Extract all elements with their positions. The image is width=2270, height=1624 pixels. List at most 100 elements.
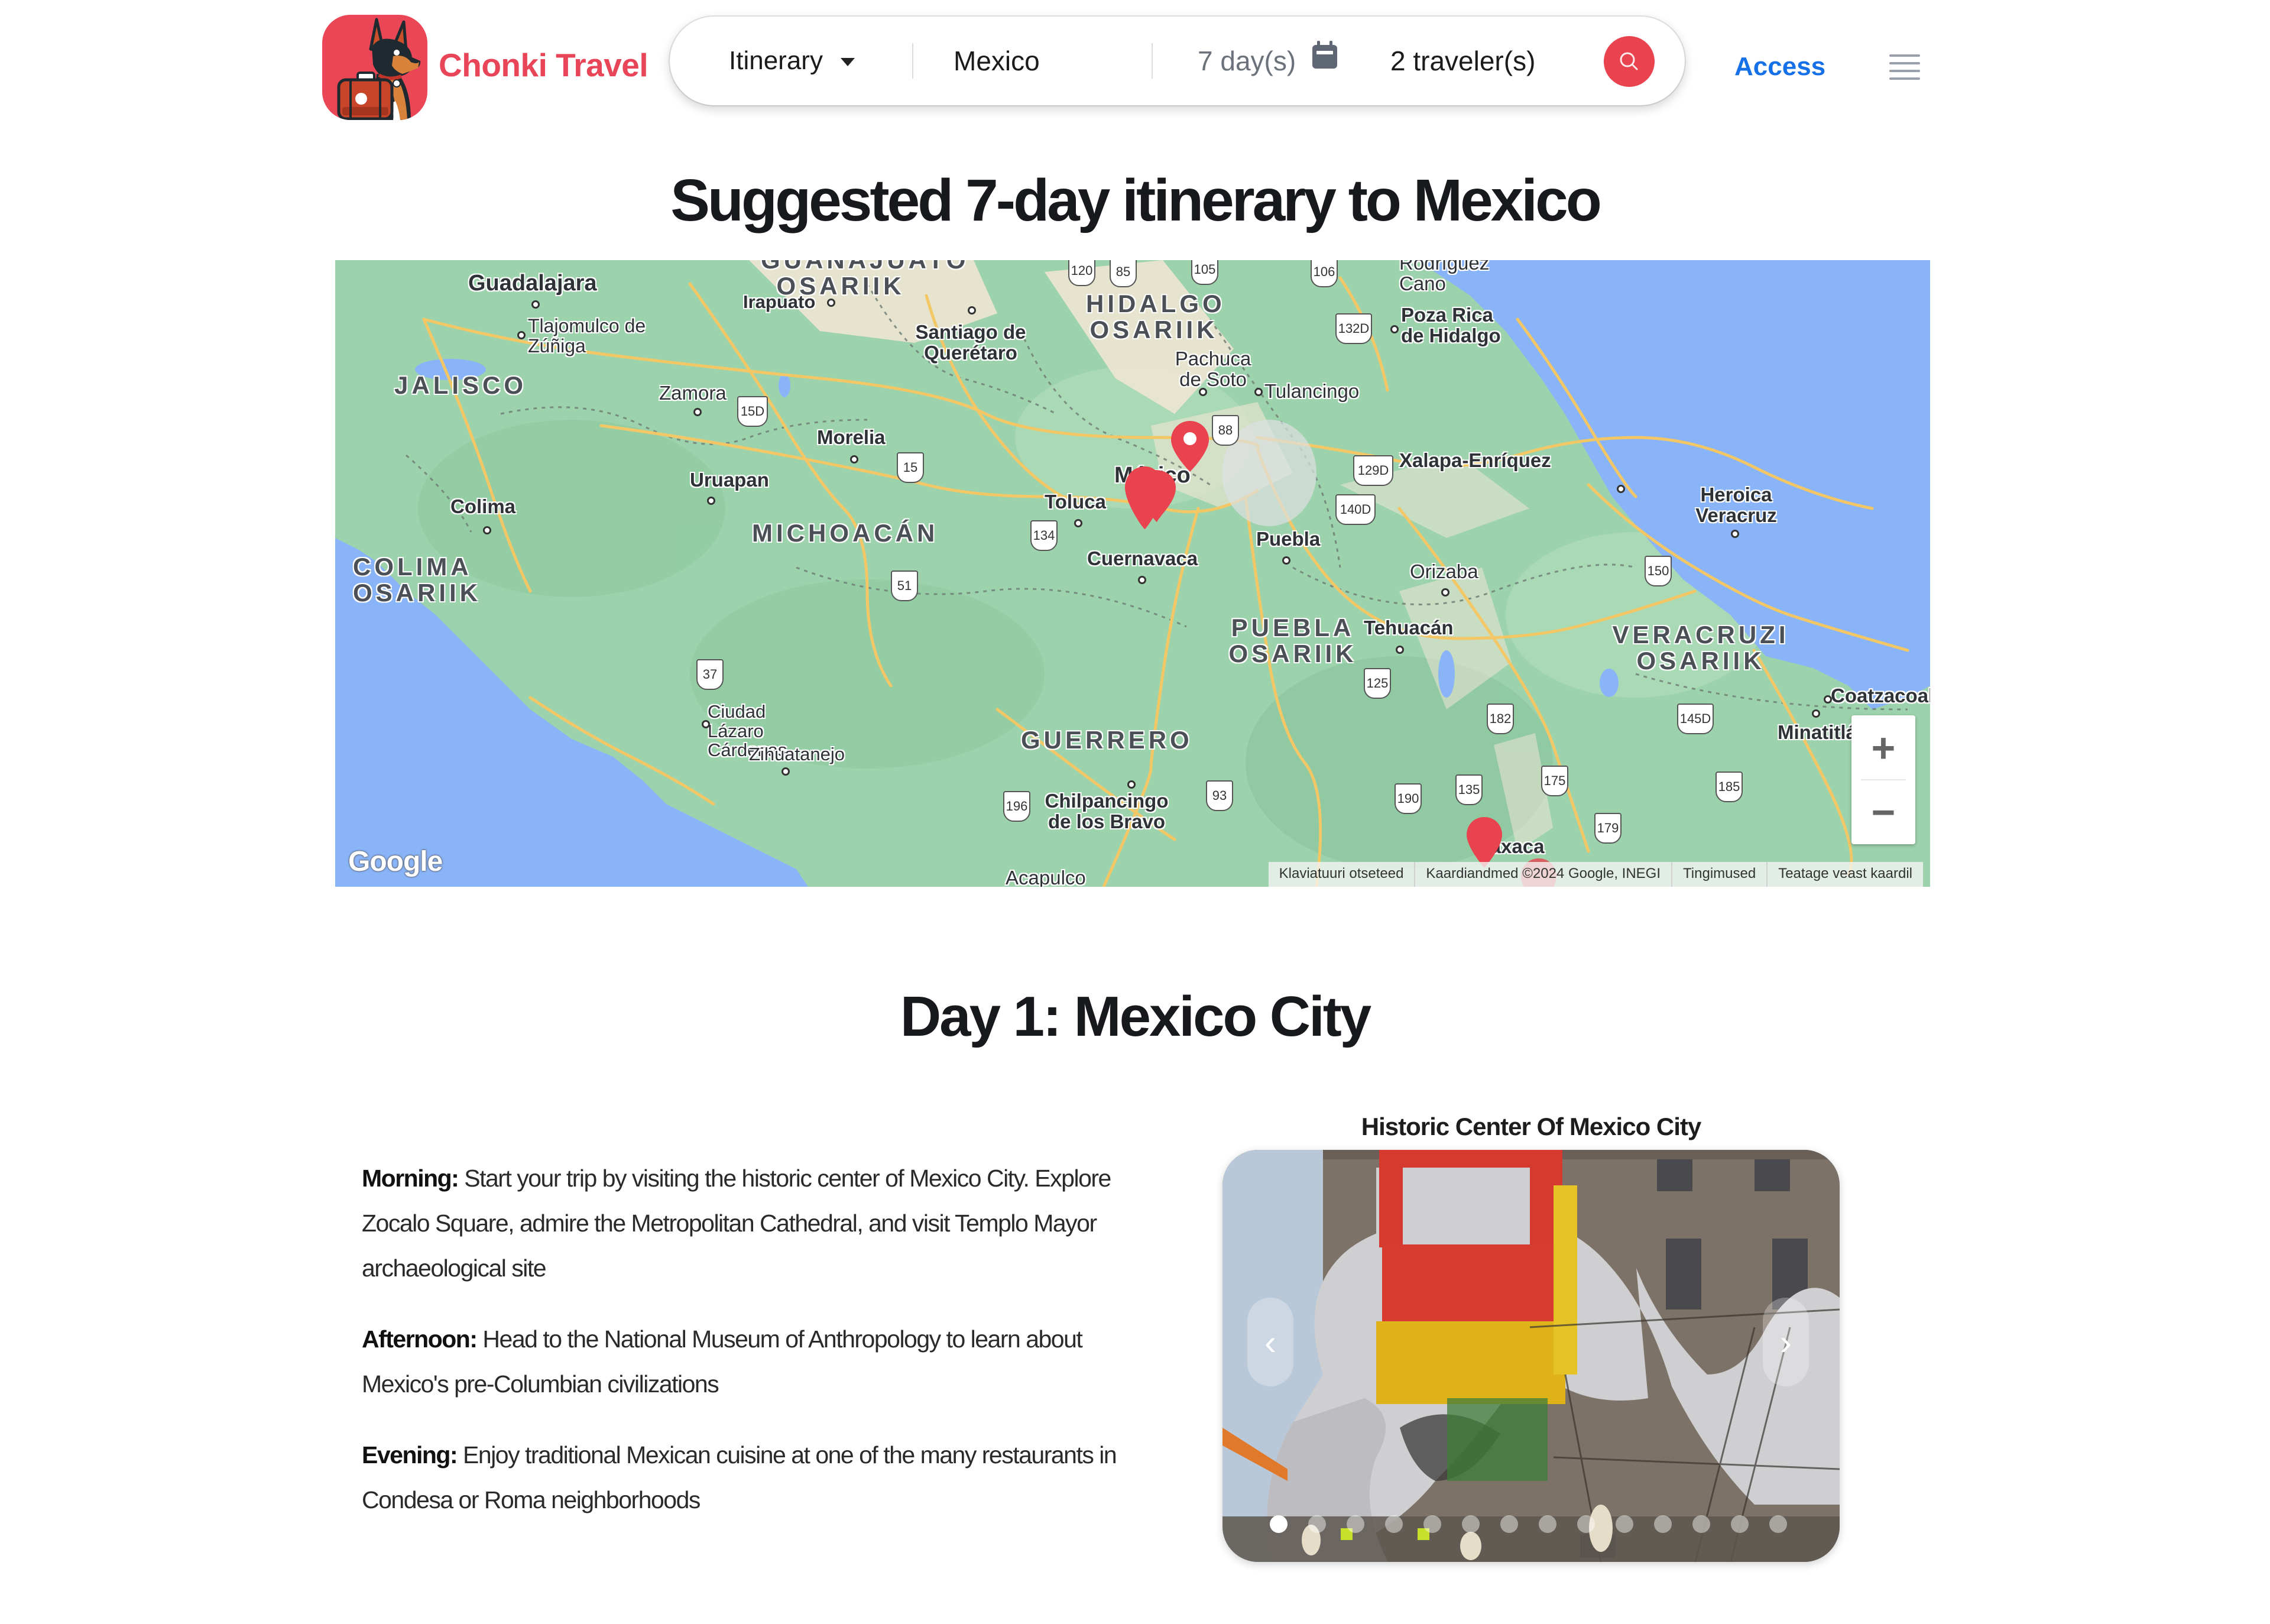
highway-shield: 190: [1395, 783, 1422, 814]
carousel-pagination: [1270, 1515, 1787, 1533]
map-city-label: Tulancingo: [1264, 380, 1360, 402]
day-title: Day 1: Mexico City: [900, 985, 1371, 1048]
map-city-label: Heroica Veracruz: [1695, 484, 1777, 526]
map-city-label: Santiago de Querétaro: [915, 321, 1026, 364]
travelers-input[interactable]: 2 traveler(s): [1390, 17, 1535, 105]
itinerary-type-select[interactable]: Itinerary: [729, 17, 855, 105]
highway-shield: 150: [1645, 556, 1672, 586]
dog-with-suitcase-logo-icon: [337, 18, 421, 120]
carousel-dot[interactable]: [1692, 1515, 1710, 1533]
terms-link[interactable]: Tingimused: [1671, 862, 1766, 887]
brand-logo[interactable]: [322, 15, 427, 120]
zoom-in-button[interactable]: +: [1851, 715, 1915, 780]
highway-shield: 196: [1003, 791, 1030, 822]
highway-shield: 85: [1110, 260, 1137, 287]
map-city-label: Zamora: [659, 382, 727, 404]
carousel-dot[interactable]: [1616, 1515, 1633, 1533]
map-city-label: Puebla: [1256, 528, 1321, 550]
map-data-credit: Kaardiandmed ©2024 Google, INEGI: [1414, 862, 1671, 887]
map-zoom-control: + −: [1851, 715, 1915, 844]
map-city-label: Irapuato: [743, 291, 816, 312]
section-label: Evening:: [362, 1441, 458, 1469]
destination-input[interactable]: Mexico: [954, 17, 1040, 105]
highway-shield: 145D: [1677, 704, 1714, 734]
map-state-label: HIDALGO OSARIIK: [1086, 290, 1225, 344]
city-dot: [693, 408, 702, 416]
search-icon: [1620, 52, 1638, 70]
carousel-dot[interactable]: [1347, 1515, 1364, 1533]
divider: [1861, 779, 1906, 780]
carousel-dot[interactable]: [1385, 1515, 1403, 1533]
map-marker-pin-icon[interactable]: [1465, 816, 1503, 869]
highway-shield: 105: [1191, 260, 1218, 285]
keyboard-shortcuts-link[interactable]: Klaviatuuri otseteed: [1269, 862, 1415, 887]
page-title: Suggested 7-day itinerary to Mexico: [670, 167, 1602, 234]
highway-shield: 185: [1716, 772, 1743, 802]
map-city-label: Pachuca de Soto: [1175, 348, 1251, 390]
city-dot: [827, 299, 835, 307]
carousel-dot[interactable]: [1654, 1515, 1672, 1533]
city-dot: [781, 767, 790, 776]
highway-shield: 134: [1030, 520, 1058, 551]
highway-shield: 93: [1206, 780, 1233, 811]
city-dot: [1254, 388, 1263, 396]
brand-name[interactable]: Chonki Travel: [439, 46, 648, 84]
map-city-label: Tehuacán: [1364, 617, 1454, 638]
access-link[interactable]: Access: [1734, 52, 1825, 82]
city-dot: [517, 331, 526, 339]
city-dot: [1731, 530, 1739, 538]
highway-shield: 106: [1311, 260, 1338, 287]
map-state-label: PUEBLA OSARIIK: [1228, 614, 1357, 668]
city-dot: [702, 720, 710, 728]
report-error-link[interactable]: Teatage veast kaardil: [1766, 862, 1923, 887]
days-input[interactable]: 7 day(s): [1198, 17, 1338, 105]
highway-shield: 37: [696, 659, 724, 690]
day-description: Morning: Start your trip by visiting the…: [362, 1156, 1130, 1548]
carousel-caption: Historic Center Of Mexico City: [1361, 1113, 1701, 1140]
search-bar: Itinerary Mexico 7 day(s) 2 traveler(s): [670, 17, 1685, 105]
map-city-label: Acapulco: [1006, 867, 1086, 887]
afternoon-section: Afternoon: Head to the National Museum o…: [362, 1317, 1130, 1406]
section-label: Morning:: [362, 1165, 459, 1192]
section-label: Afternoon:: [362, 1325, 478, 1353]
hamburger-menu-icon[interactable]: [1889, 54, 1920, 82]
map-city-label: Rodríguez Cano: [1399, 260, 1490, 294]
evening-section: Evening: Enjoy traditional Mexican cuisi…: [362, 1432, 1130, 1522]
map-city-label: Chilpancingo de los Bravo: [1045, 790, 1169, 832]
carousel-dot[interactable]: [1539, 1515, 1556, 1533]
google-logo[interactable]: Google: [348, 845, 443, 878]
highway-shield: 135: [1455, 774, 1483, 805]
calendar-icon[interactable]: [1312, 41, 1338, 69]
carousel-dot[interactable]: [1462, 1515, 1480, 1533]
map-city-label: Uruapan: [690, 469, 769, 491]
morning-section: Morning: Start your trip by visiting the…: [362, 1156, 1130, 1291]
highway-shield: 179: [1594, 813, 1622, 844]
itinerary-type-value: Itinerary: [729, 46, 823, 75]
city-dot: [1812, 709, 1820, 718]
map-marker-cluster-icon[interactable]: [1121, 464, 1181, 535]
carousel-next-button[interactable]: ›: [1763, 1298, 1809, 1386]
carousel-dot[interactable]: [1500, 1515, 1518, 1533]
carousel-dot[interactable]: [1308, 1515, 1326, 1533]
section-text: Enjoy traditional Mexican cuisine at one…: [362, 1441, 1117, 1513]
map-city-label: Cuernavaca: [1087, 547, 1198, 569]
carousel-prev-button[interactable]: ‹: [1247, 1298, 1293, 1386]
zoom-out-button[interactable]: −: [1851, 780, 1915, 844]
photo-carousel[interactable]: ‹ ›: [1222, 1150, 1840, 1562]
map-city-label: Coatzacoalcos: [1831, 685, 1930, 706]
carousel-dot[interactable]: [1577, 1515, 1595, 1533]
city-dot: [968, 306, 976, 315]
divider: [912, 43, 913, 79]
map-city-label: Colima: [450, 495, 516, 517]
carousel-dot[interactable]: [1423, 1515, 1441, 1533]
city-dot: [1138, 576, 1146, 584]
carousel-dot[interactable]: [1731, 1515, 1749, 1533]
carousel-dot[interactable]: [1769, 1515, 1787, 1533]
itinerary-map[interactable]: JALISCO MICHOACÁN COLIMA OSARIIK GUANAJU…: [335, 260, 1930, 887]
days-value: 7 day(s): [1198, 46, 1296, 76]
carousel-dot[interactable]: [1270, 1515, 1288, 1533]
map-state-label: VERACRUZI OSARIIK: [1612, 621, 1789, 675]
map-city-label: Xalapa-Enríquez: [1399, 449, 1551, 471]
carousel-photo: [1222, 1150, 1840, 1562]
search-button[interactable]: [1604, 36, 1655, 87]
